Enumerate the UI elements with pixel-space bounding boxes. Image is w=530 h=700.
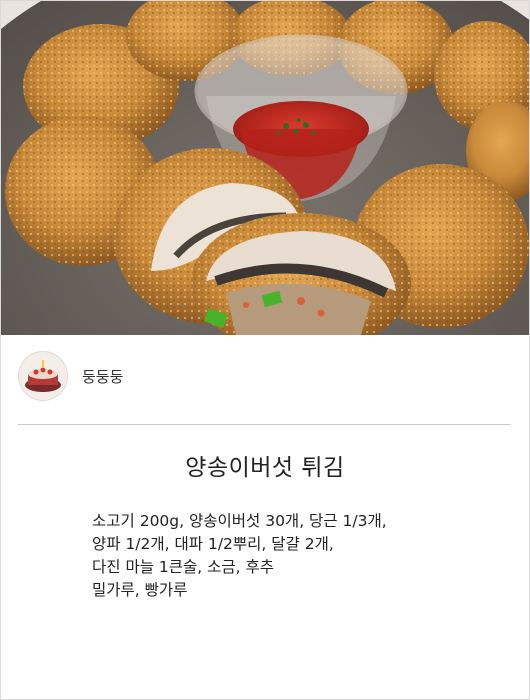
ingredient-line: 다진 마늘 1큰술, 소금, 후추 [92, 558, 275, 576]
author-avatar[interactable] [18, 351, 68, 401]
food-illustration [1, 1, 529, 335]
section-divider [18, 424, 511, 425]
ingredient-line: 소고기 200g, 양송이버섯 30개, 당근 1/3개, [92, 512, 387, 530]
hero-photo[interactable] [1, 1, 529, 335]
author-name[interactable]: 둥둥둥 [82, 366, 123, 387]
ingredient-line: 양파 1/2개, 대파 1/2뿌리, 달걀 2개, [92, 535, 334, 553]
recipe-title: 양송이버섯 튀김 [185, 455, 345, 481]
ingredient-list: 소고기 200g, 양송이버섯 30개, 당근 1/3개, 양파 1/2개, 대… [92, 510, 512, 602]
avatar-cake-icon [19, 352, 67, 400]
author-row[interactable]: 둥둥둥 [18, 351, 123, 401]
ingredient-line: 밀가루, 빵가루 [92, 581, 188, 599]
